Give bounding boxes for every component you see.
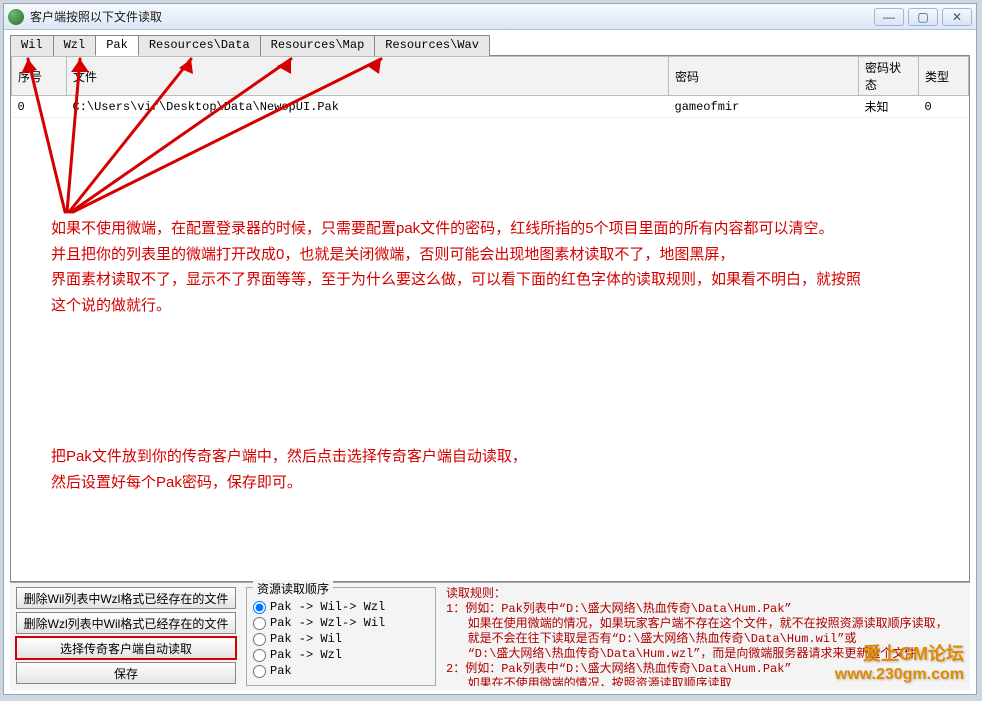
tab-resources-data[interactable]: Resources\Data [138, 35, 261, 56]
annotation-block-1: 如果不使用微端，在配置登录器的时候，只需要配置pak文件的密码，红线所指的5个项… [51, 216, 951, 318]
annotation-line: 把Pak文件放到你的传奇客户端中，然后点击选择传奇客户端自动读取， [51, 444, 951, 470]
col-type[interactable]: 类型 [919, 57, 969, 96]
read-order-group: 资源读取顺序 Pak -> Wil-> Wzl Pak -> Wzl-> Wil… [246, 587, 436, 686]
cell-password: gameofmir [669, 96, 859, 118]
window-buttons: — ▢ ✕ [874, 8, 972, 26]
annotation-line: 并且把你的列表里的微端打开改成0，也就是关闭微端，否则可能会出现地图素材读取不了… [51, 242, 951, 268]
save-button[interactable]: 保存 [16, 662, 236, 684]
tab-resources-wav[interactable]: Resources\Wav [374, 35, 490, 56]
titlebar: 客户端按照以下文件读取 — ▢ ✕ [4, 4, 976, 30]
read-order-option[interactable]: Pak -> Wil [253, 631, 429, 647]
content-area: Wil Wzl Pak Resources\Data Resources\Map… [4, 30, 976, 694]
tab-resources-map[interactable]: Resources\Map [260, 35, 376, 56]
annotation-block-2: 把Pak文件放到你的传奇客户端中，然后点击选择传奇客户端自动读取， 然后设置好每… [51, 444, 951, 495]
annotation-line: 界面素材读取不了，显示不了界面等等，至于为什么要这么做，可以看下面的红色字体的读… [51, 267, 951, 293]
app-icon [8, 9, 24, 25]
tab-pak[interactable]: Pak [95, 35, 139, 56]
tab-panel: 序号 文件 密码 密码状态 类型 0 C:\Users\vir\Desktop\… [10, 56, 970, 582]
read-rules-text: 读取规则： 1：例如：Pak列表中“D:\盛大网络\热血传奇\Data\Hum.… [446, 587, 964, 686]
button-column: 删除Wil列表中Wzl格式已经存在的文件 删除Wzl列表中Wil格式已经存在的文… [16, 587, 236, 686]
read-order-option[interactable]: Pak -> Wzl [253, 647, 429, 663]
col-file[interactable]: 文件 [67, 57, 669, 96]
col-index[interactable]: 序号 [12, 57, 67, 96]
radio-input[interactable] [253, 617, 266, 630]
annotation-arrows [11, 56, 970, 582]
tab-bar: Wil Wzl Pak Resources\Data Resources\Map… [10, 34, 970, 56]
cell-index: 0 [12, 96, 67, 118]
col-password[interactable]: 密码 [669, 57, 859, 96]
radio-input[interactable] [253, 665, 266, 678]
read-order-option[interactable]: Pak -> Wil-> Wzl [253, 599, 429, 615]
radio-input[interactable] [253, 633, 266, 646]
maximize-button[interactable]: ▢ [908, 8, 938, 26]
close-button[interactable]: ✕ [942, 8, 972, 26]
tab-wil[interactable]: Wil [10, 35, 54, 56]
table-header-row: 序号 文件 密码 密码状态 类型 [12, 57, 969, 96]
read-order-option[interactable]: Pak -> Wzl-> Wil [253, 615, 429, 631]
delete-wzl-button[interactable]: 删除Wzl列表中Wil格式已经存在的文件 [16, 612, 236, 634]
radio-input[interactable] [253, 601, 266, 614]
col-password-state[interactable]: 密码状态 [859, 57, 919, 96]
bottom-pane: 删除Wil列表中Wzl格式已经存在的文件 删除Wzl列表中Wil格式已经存在的文… [10, 582, 970, 690]
annotation-line: 如果不使用微端，在配置登录器的时候，只需要配置pak文件的密码，红线所指的5个项… [51, 216, 951, 242]
cell-password-state: 未知 [859, 96, 919, 118]
cell-file: C:\Users\vir\Desktop\Data\NewopUI.Pak [67, 96, 669, 118]
delete-wil-button[interactable]: 删除Wil列表中Wzl格式已经存在的文件 [16, 587, 236, 609]
cell-type: 0 [919, 96, 969, 118]
window-title: 客户端按照以下文件读取 [30, 8, 874, 25]
annotation-line: 这个说的做就行。 [51, 293, 951, 319]
minimize-button[interactable]: — [874, 8, 904, 26]
file-table: 序号 文件 密码 密码状态 类型 0 C:\Users\vir\Desktop\… [11, 56, 969, 118]
read-order-option[interactable]: Pak [253, 663, 429, 679]
read-order-legend: 资源读取顺序 [253, 580, 333, 597]
annotation-line: 然后设置好每个Pak密码，保存即可。 [51, 470, 951, 496]
tab-wzl[interactable]: Wzl [53, 35, 97, 56]
radio-input[interactable] [253, 649, 266, 662]
table-row[interactable]: 0 C:\Users\vir\Desktop\Data\NewopUI.Pak … [12, 96, 969, 118]
choose-client-button[interactable]: 选择传奇客户端自动读取 [16, 637, 236, 659]
app-window: 客户端按照以下文件读取 — ▢ ✕ Wil Wzl Pak Resources\… [3, 3, 977, 695]
